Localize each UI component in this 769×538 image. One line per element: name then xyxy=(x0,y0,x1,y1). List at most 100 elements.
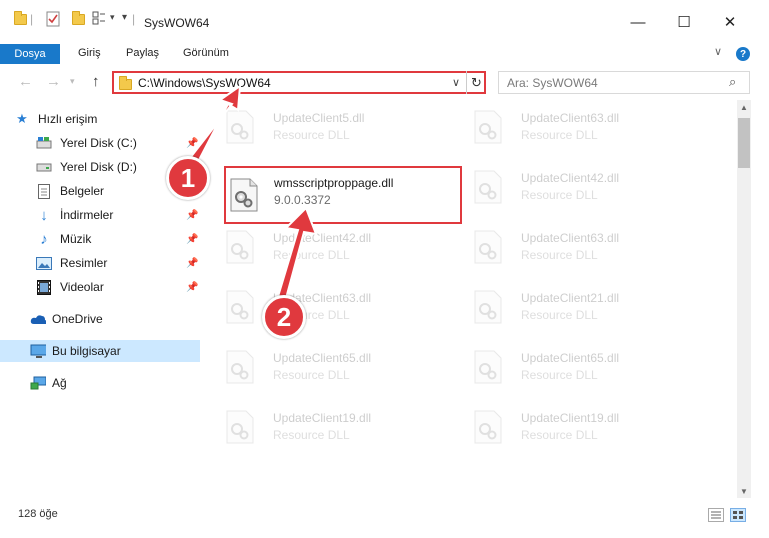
folder-icon xyxy=(14,11,27,25)
sidebar-item-videos[interactable]: Videolar 📌 xyxy=(0,276,200,298)
search-placeholder: Ara: SysWOW64 xyxy=(507,76,598,90)
sidebar-item-pictures[interactable]: Resimler 📌 xyxy=(0,252,200,274)
pin-icon[interactable]: 📌 xyxy=(186,234,198,245)
tab-view[interactable]: Görünüm xyxy=(183,47,229,59)
scroll-thumb[interactable] xyxy=(738,118,750,168)
refresh-button[interactable]: ↻ xyxy=(466,71,486,94)
file-description: Resource DLL xyxy=(273,428,350,442)
chevron-down-icon[interactable]: ∨ xyxy=(452,76,460,89)
sidebar-item-onedrive[interactable]: OneDrive xyxy=(0,308,200,330)
file-name: UpdateClient21.dll xyxy=(521,291,620,305)
dll-file-icon xyxy=(226,350,254,384)
sidebar-item-quick-access[interactable]: ★ Hızlı erişim xyxy=(0,108,200,130)
sidebar-item-label: İndirmeler xyxy=(60,208,114,222)
list-item[interactable]: UpdateClient63.dll Resource DLL xyxy=(458,104,688,150)
scroll-down-icon[interactable]: ▼ xyxy=(737,484,751,498)
list-item[interactable]: UpdateClient21.dll Resource DLL xyxy=(458,284,688,330)
list-item[interactable]: UpdateClient63.dll Resource DLL xyxy=(458,224,688,270)
dll-file-icon xyxy=(226,110,254,144)
list-item[interactable]: UpdateClient42.dll Resource DLL xyxy=(458,164,688,210)
folder-icon xyxy=(119,76,132,90)
help-icon[interactable]: ? xyxy=(736,47,750,61)
pin-icon[interactable]: 📌 xyxy=(186,138,198,149)
pin-icon[interactable]: 📌 xyxy=(186,210,198,221)
sidebar-item-downloads[interactable]: ↓ İndirmeler 📌 xyxy=(0,204,200,226)
search-input[interactable]: Ara: SysWOW64 ⌕ xyxy=(498,71,750,94)
tiles-view-icon[interactable] xyxy=(730,508,746,522)
sidebar-item-label: Yerel Disk (D:) xyxy=(60,160,137,174)
dll-file-icon xyxy=(226,230,254,264)
sidebar-item-label: Bu bilgisayar xyxy=(52,344,121,358)
dll-file-icon xyxy=(474,110,502,144)
list-item[interactable]: UpdateClient63.dll Resource DLL xyxy=(210,284,440,330)
dll-file-icon xyxy=(474,230,502,264)
quick-access-dropdown-icon[interactable]: ▾ xyxy=(110,12,115,23)
list-item[interactable]: UpdateClient5.dll Resource DLL xyxy=(210,104,440,150)
address-path[interactable]: C:\Windows\SysWOW64 xyxy=(138,76,271,90)
file-name: UpdateClient19.dll xyxy=(273,411,372,425)
expand-ribbon-icon[interactable]: ∨ xyxy=(714,45,722,58)
list-item[interactable]: UpdateClient19.dll Resource DLL xyxy=(458,404,688,450)
sidebar-item-network[interactable]: Ağ xyxy=(0,372,200,394)
file-name: UpdateClient63.dll xyxy=(521,231,620,245)
download-icon: ↓ xyxy=(40,206,48,224)
file-description: Resource DLL xyxy=(521,128,598,142)
tab-file[interactable]: Dosya xyxy=(0,44,60,64)
pin-icon[interactable]: 📌 xyxy=(186,282,198,293)
back-button[interactable]: ← xyxy=(18,73,33,90)
up-button[interactable]: ↑ xyxy=(92,73,100,90)
forward-button[interactable]: → xyxy=(46,73,61,90)
list-item[interactable]: UpdateClient65.dll Resource DLL xyxy=(210,344,440,390)
separator: | xyxy=(132,12,136,26)
drive-icon xyxy=(36,159,52,175)
sidebar-item-label: OneDrive xyxy=(52,312,103,326)
new-folder-icon[interactable] xyxy=(72,11,85,25)
file-description: Resource DLL xyxy=(521,248,598,262)
details-view-icon[interactable] xyxy=(708,508,724,522)
star-icon: ★ xyxy=(16,111,28,126)
vertical-scrollbar[interactable]: ▲ ▼ xyxy=(737,100,751,498)
pin-icon[interactable]: 📌 xyxy=(186,258,198,269)
music-icon: ♪ xyxy=(40,230,48,248)
step-1-badge: 1 xyxy=(166,156,210,200)
sidebar-item-local-disk-c[interactable]: Yerel Disk (C:) 📌 xyxy=(0,132,200,154)
sidebar-item-this-pc[interactable]: Bu bilgisayar xyxy=(0,340,200,362)
list-item[interactable]: UpdateClient19.dll Resource DLL xyxy=(210,404,440,450)
cloud-icon xyxy=(30,311,46,327)
recent-locations-icon[interactable]: ▾ xyxy=(70,76,75,87)
file-description: Resource DLL xyxy=(273,248,350,262)
sidebar-item-label: Resimler xyxy=(60,256,108,270)
maximize-button[interactable]: ☐ xyxy=(670,10,698,34)
file-name: UpdateClient65.dll xyxy=(521,351,620,365)
window-title: SysWOW64 xyxy=(144,16,210,30)
dll-file-icon xyxy=(474,170,502,204)
dll-file-icon xyxy=(230,178,258,212)
pictures-icon xyxy=(36,255,52,271)
sidebar-item-music[interactable]: ♪ Müzik 📌 xyxy=(0,228,200,250)
sidebar-item-label: Ağ xyxy=(52,376,67,390)
file-description: Resource DLL xyxy=(273,128,350,142)
sidebar-item-label: Belgeler xyxy=(60,184,105,198)
drive-icon xyxy=(36,135,52,151)
list-item[interactable]: UpdateClient65.dll Resource DLL xyxy=(458,344,688,390)
view-options-icon[interactable] xyxy=(92,11,106,25)
search-icon[interactable]: ⌕ xyxy=(729,74,736,90)
minimize-button[interactable]: — xyxy=(624,10,652,34)
customize-toolbar-icon[interactable]: ▾ xyxy=(122,12,127,23)
list-item[interactable]: UpdateClient42.dll Resource DLL xyxy=(210,224,440,270)
properties-icon[interactable] xyxy=(46,11,60,27)
close-button[interactable]: ✕ xyxy=(716,10,744,34)
scroll-up-icon[interactable]: ▲ xyxy=(737,100,751,114)
document-icon xyxy=(36,183,52,199)
file-name: UpdateClient65.dll xyxy=(273,351,372,365)
tab-share[interactable]: Paylaş xyxy=(126,47,159,59)
file-name: UpdateClient63.dll xyxy=(521,111,620,125)
address-bar[interactable]: C:\Windows\SysWOW64 ∨ ↻ xyxy=(112,71,486,94)
sidebar-item-label: Müzik xyxy=(60,232,92,246)
file-description: Resource DLL xyxy=(521,308,598,322)
ribbon-tabs: Dosya Giriş Paylaş Görünüm ∨ ? xyxy=(0,44,769,64)
dll-file-icon xyxy=(226,410,254,444)
sidebar-item-label: Yerel Disk (C:) xyxy=(60,136,137,150)
target-file-item[interactable]: wmsscriptproppage.dll 9.0.0.3372 xyxy=(224,166,462,224)
tab-home[interactable]: Giriş xyxy=(78,47,101,59)
